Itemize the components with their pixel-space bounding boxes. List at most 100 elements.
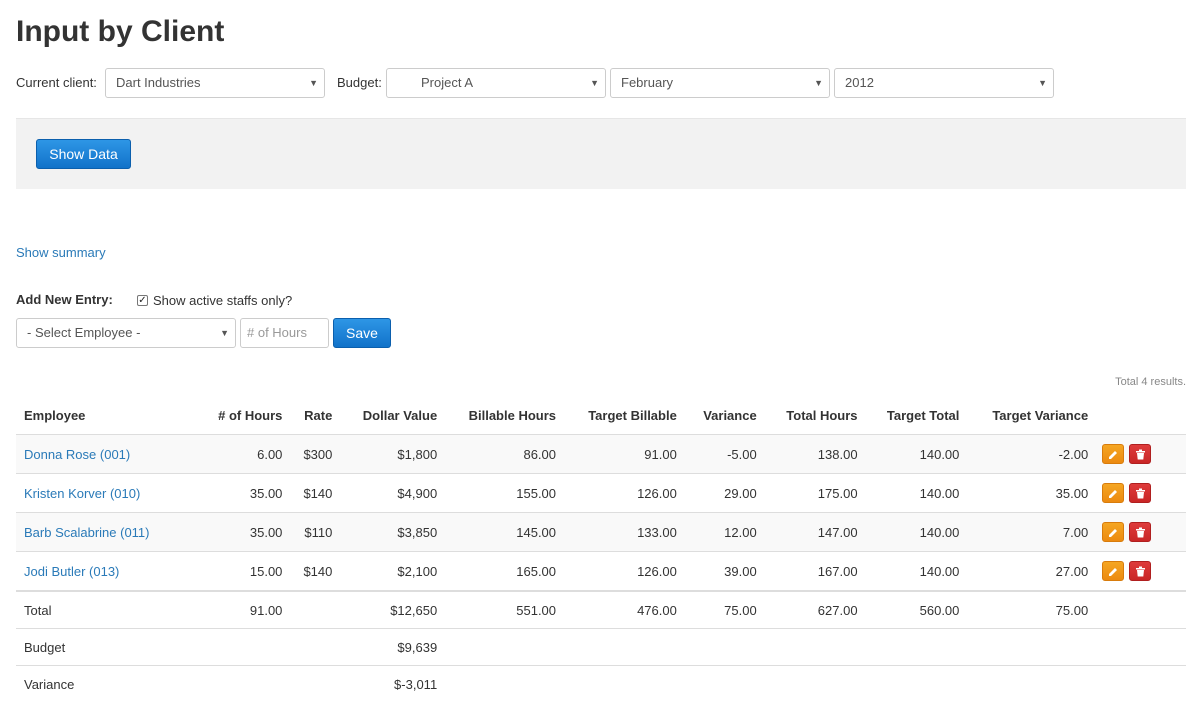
col-target-billable[interactable]: Target Billable — [564, 396, 685, 435]
total-target-variance-value: 75.00 — [967, 590, 1097, 629]
hours-input[interactable]: # of Hours — [240, 318, 329, 348]
trash-icon — [1135, 527, 1145, 538]
total-hours-cell: 175.00 — [764, 473, 866, 513]
year-select[interactable]: 2012 ▼ — [834, 68, 1054, 98]
entries-table: Employee # of Hours Rate Dollar Value Bi… — [16, 396, 1186, 702]
pencil-icon — [1109, 490, 1118, 498]
rate-cell: $110 — [290, 512, 341, 552]
target-billable-cell: 91.00 — [564, 434, 685, 474]
total-hours-cell: 147.00 — [764, 512, 866, 552]
show-summary-link[interactable]: Show summary — [16, 245, 106, 260]
budget-select-value: Project A — [421, 75, 474, 90]
target-billable-cell: 126.00 — [564, 551, 685, 592]
show-data-button[interactable]: Show Data — [36, 139, 131, 169]
trash-icon — [1135, 488, 1145, 499]
edit-button[interactable] — [1102, 483, 1125, 503]
employee-link[interactable]: Barb Scalabrine (011) — [24, 525, 150, 540]
billable-cell: 145.00 — [445, 512, 565, 552]
edit-button[interactable] — [1102, 444, 1125, 464]
row-actions — [1096, 551, 1186, 592]
save-button[interactable]: Save — [333, 318, 391, 348]
target-total-cell: 140.00 — [865, 512, 968, 552]
budget-dollar-value: $9,639 — [340, 628, 446, 666]
col-target-total[interactable]: Target Total — [865, 396, 968, 435]
target-variance-cell: -2.00 — [967, 434, 1097, 474]
dollar-cell: $3,850 — [340, 512, 446, 552]
target-variance-cell: 7.00 — [967, 512, 1097, 552]
rate-cell: $300 — [290, 434, 341, 474]
delete-button[interactable] — [1128, 444, 1151, 464]
variance-cell: 29.00 — [684, 473, 765, 513]
employee-link[interactable]: Jodi Butler (013) — [24, 564, 119, 579]
delete-button[interactable] — [1128, 483, 1151, 503]
caret-down-icon: ▼ — [590, 78, 599, 88]
employee-select[interactable]: - Select Employee - ▼ — [16, 318, 236, 348]
active-staff-label: Show active staffs only? — [153, 293, 293, 308]
total-target-total-value: 560.00 — [865, 590, 968, 629]
year-select-value: 2012 — [845, 75, 874, 90]
checkmark-icon: ✓ — [138, 295, 147, 306]
table-row: Jodi Butler (013) 15.00 $140 $2,100 165.… — [16, 551, 1186, 592]
delete-button[interactable] — [1128, 561, 1151, 581]
row-actions — [1096, 473, 1186, 513]
active-staff-checkbox[interactable]: ✓ — [137, 295, 148, 306]
pencil-icon — [1109, 529, 1118, 537]
page-title: Input by Client — [16, 15, 225, 48]
pencil-icon — [1109, 568, 1118, 576]
employee-link[interactable]: Kristen Korver (010) — [24, 486, 140, 501]
client-select[interactable]: Dart Industries ▼ — [105, 68, 325, 98]
hours-cell: 35.00 — [197, 512, 291, 552]
client-label: Current client: — [16, 75, 97, 90]
variance-dollar-value: $-3,011 — [394, 676, 438, 692]
col-total-hours[interactable]: Total Hours — [764, 396, 866, 435]
total-dollar-value: $12,650 — [340, 590, 446, 629]
caret-down-icon: ▼ — [309, 78, 318, 88]
results-count: Total 4 results. — [1115, 376, 1186, 388]
month-select[interactable]: February ▼ — [610, 68, 830, 98]
col-employee[interactable]: Employee — [16, 396, 198, 435]
col-dollar-value[interactable]: Dollar Value — [340, 396, 446, 435]
month-select-value: February — [621, 75, 674, 90]
total-total-hours-value: 627.00 — [764, 590, 866, 629]
total-target-billable-value: 476.00 — [564, 590, 685, 629]
caret-down-icon: ▼ — [220, 328, 229, 338]
rate-cell: $140 — [290, 551, 341, 592]
employee-link[interactable]: Donna Rose (001) — [24, 447, 130, 462]
target-variance-cell: 35.00 — [967, 473, 1097, 513]
edit-button[interactable] — [1102, 522, 1125, 542]
employee-select-value: - Select Employee - — [27, 325, 141, 340]
billable-cell: 86.00 — [445, 434, 565, 474]
dollar-cell: $1,800 — [340, 434, 446, 474]
target-variance-cell: 27.00 — [967, 551, 1097, 592]
total-label: Total — [16, 590, 198, 629]
table-row: Kristen Korver (010) 35.00 $140 $4,900 1… — [16, 473, 1186, 513]
table-row: Donna Rose (001) 6.00 $300 $1,800 86.00 … — [16, 434, 1186, 474]
add-entry-label: Add New Entry: — [16, 292, 113, 307]
hours-input-placeholder: # of Hours — [247, 325, 307, 340]
target-total-cell: 140.00 — [865, 551, 968, 592]
col-variance[interactable]: Variance — [684, 396, 765, 435]
trash-icon — [1135, 449, 1145, 460]
target-total-cell: 140.00 — [865, 434, 968, 474]
edit-button[interactable] — [1102, 561, 1125, 581]
target-billable-cell: 126.00 — [564, 473, 685, 513]
billable-cell: 165.00 — [445, 551, 565, 592]
trash-icon — [1135, 566, 1145, 577]
hours-cell: 35.00 — [197, 473, 291, 513]
row-actions — [1096, 512, 1186, 552]
variance-row: Variance $-3,011 — [16, 666, 1186, 703]
budget-select[interactable]: Project A ▼ — [386, 68, 606, 98]
hours-cell: 15.00 — [197, 551, 291, 592]
budget-row: Budget $9,639 — [16, 628, 1186, 666]
variance-row-label: Variance — [24, 676, 75, 692]
col-hours[interactable]: # of Hours — [197, 396, 291, 435]
delete-button[interactable] — [1128, 522, 1151, 542]
total-variance-value: 75.00 — [684, 590, 765, 629]
col-rate[interactable]: Rate — [290, 396, 341, 435]
col-target-variance[interactable]: Target Variance — [967, 396, 1097, 435]
budget-label: Budget: — [337, 75, 382, 90]
col-actions — [1096, 396, 1186, 435]
col-billable-hours[interactable]: Billable Hours — [445, 396, 565, 435]
dollar-cell: $2,100 — [340, 551, 446, 592]
total-row: Total 91.00 $12,650 551.00 476.00 75.00 … — [16, 590, 1186, 629]
